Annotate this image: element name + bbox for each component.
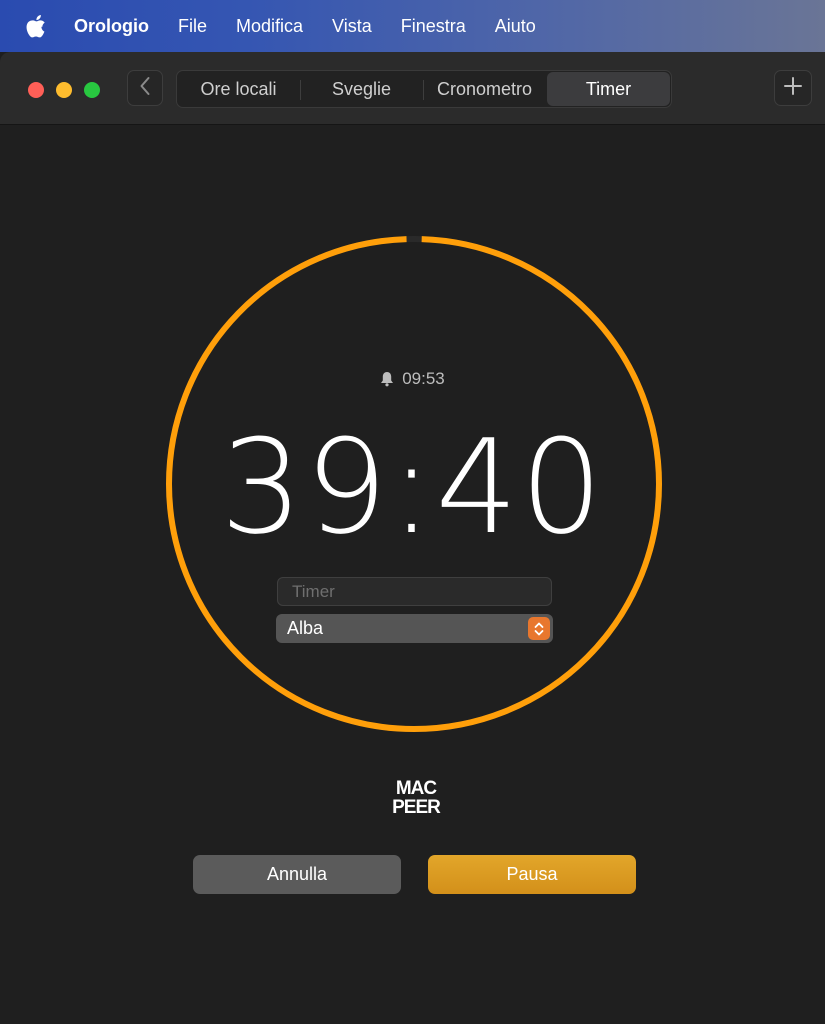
add-button[interactable] bbox=[774, 70, 812, 106]
pause-button[interactable]: Pausa bbox=[428, 855, 636, 894]
tab-sveglie[interactable]: Sveglie bbox=[300, 71, 423, 107]
menu-app-name[interactable]: Orologio bbox=[74, 16, 149, 37]
minimize-window-button[interactable] bbox=[56, 82, 72, 98]
macpeer-logo: MAC PEER bbox=[392, 778, 442, 817]
chevron-up-down-icon bbox=[528, 617, 550, 640]
view-tabs: Ore locali Sveglie Cronometro Timer bbox=[176, 70, 672, 108]
bell-icon bbox=[380, 371, 394, 387]
menu-bar: Orologio File Modifica Vista Finestra Ai… bbox=[0, 0, 825, 52]
clock-window: Ore locali Sveglie Cronometro Timer 09:5… bbox=[0, 52, 825, 1024]
remaining-time: 39:40 bbox=[220, 411, 605, 563]
menu-finestra[interactable]: Finestra bbox=[401, 16, 466, 37]
cancel-button[interactable]: Annulla bbox=[193, 855, 401, 894]
back-button[interactable] bbox=[127, 70, 163, 106]
sound-select-value: Alba bbox=[287, 618, 324, 638]
apple-icon[interactable] bbox=[26, 13, 48, 39]
zoom-window-button[interactable] bbox=[84, 82, 100, 98]
sound-select[interactable]: Alba bbox=[276, 614, 553, 643]
tab-cronometro[interactable]: Cronometro bbox=[423, 71, 546, 107]
timer-label-input[interactable] bbox=[277, 577, 552, 606]
menu-vista[interactable]: Vista bbox=[332, 16, 372, 37]
plus-icon bbox=[783, 76, 803, 101]
svg-text:MAC: MAC bbox=[396, 778, 438, 799]
chevron-left-icon bbox=[139, 76, 151, 101]
alarm-time-row: 09:53 bbox=[0, 369, 825, 389]
tab-timer[interactable]: Timer bbox=[547, 72, 670, 106]
menu-file[interactable]: File bbox=[178, 16, 207, 37]
window-toolbar: Ore locali Sveglie Cronometro Timer bbox=[0, 52, 825, 125]
close-window-button[interactable] bbox=[28, 82, 44, 98]
svg-text:PEER: PEER bbox=[392, 797, 441, 817]
alarm-time: 09:53 bbox=[402, 369, 445, 388]
tab-ore-locali[interactable]: Ore locali bbox=[177, 71, 300, 107]
menu-aiuto[interactable]: Aiuto bbox=[495, 16, 536, 37]
menu-modifica[interactable]: Modifica bbox=[236, 16, 303, 37]
